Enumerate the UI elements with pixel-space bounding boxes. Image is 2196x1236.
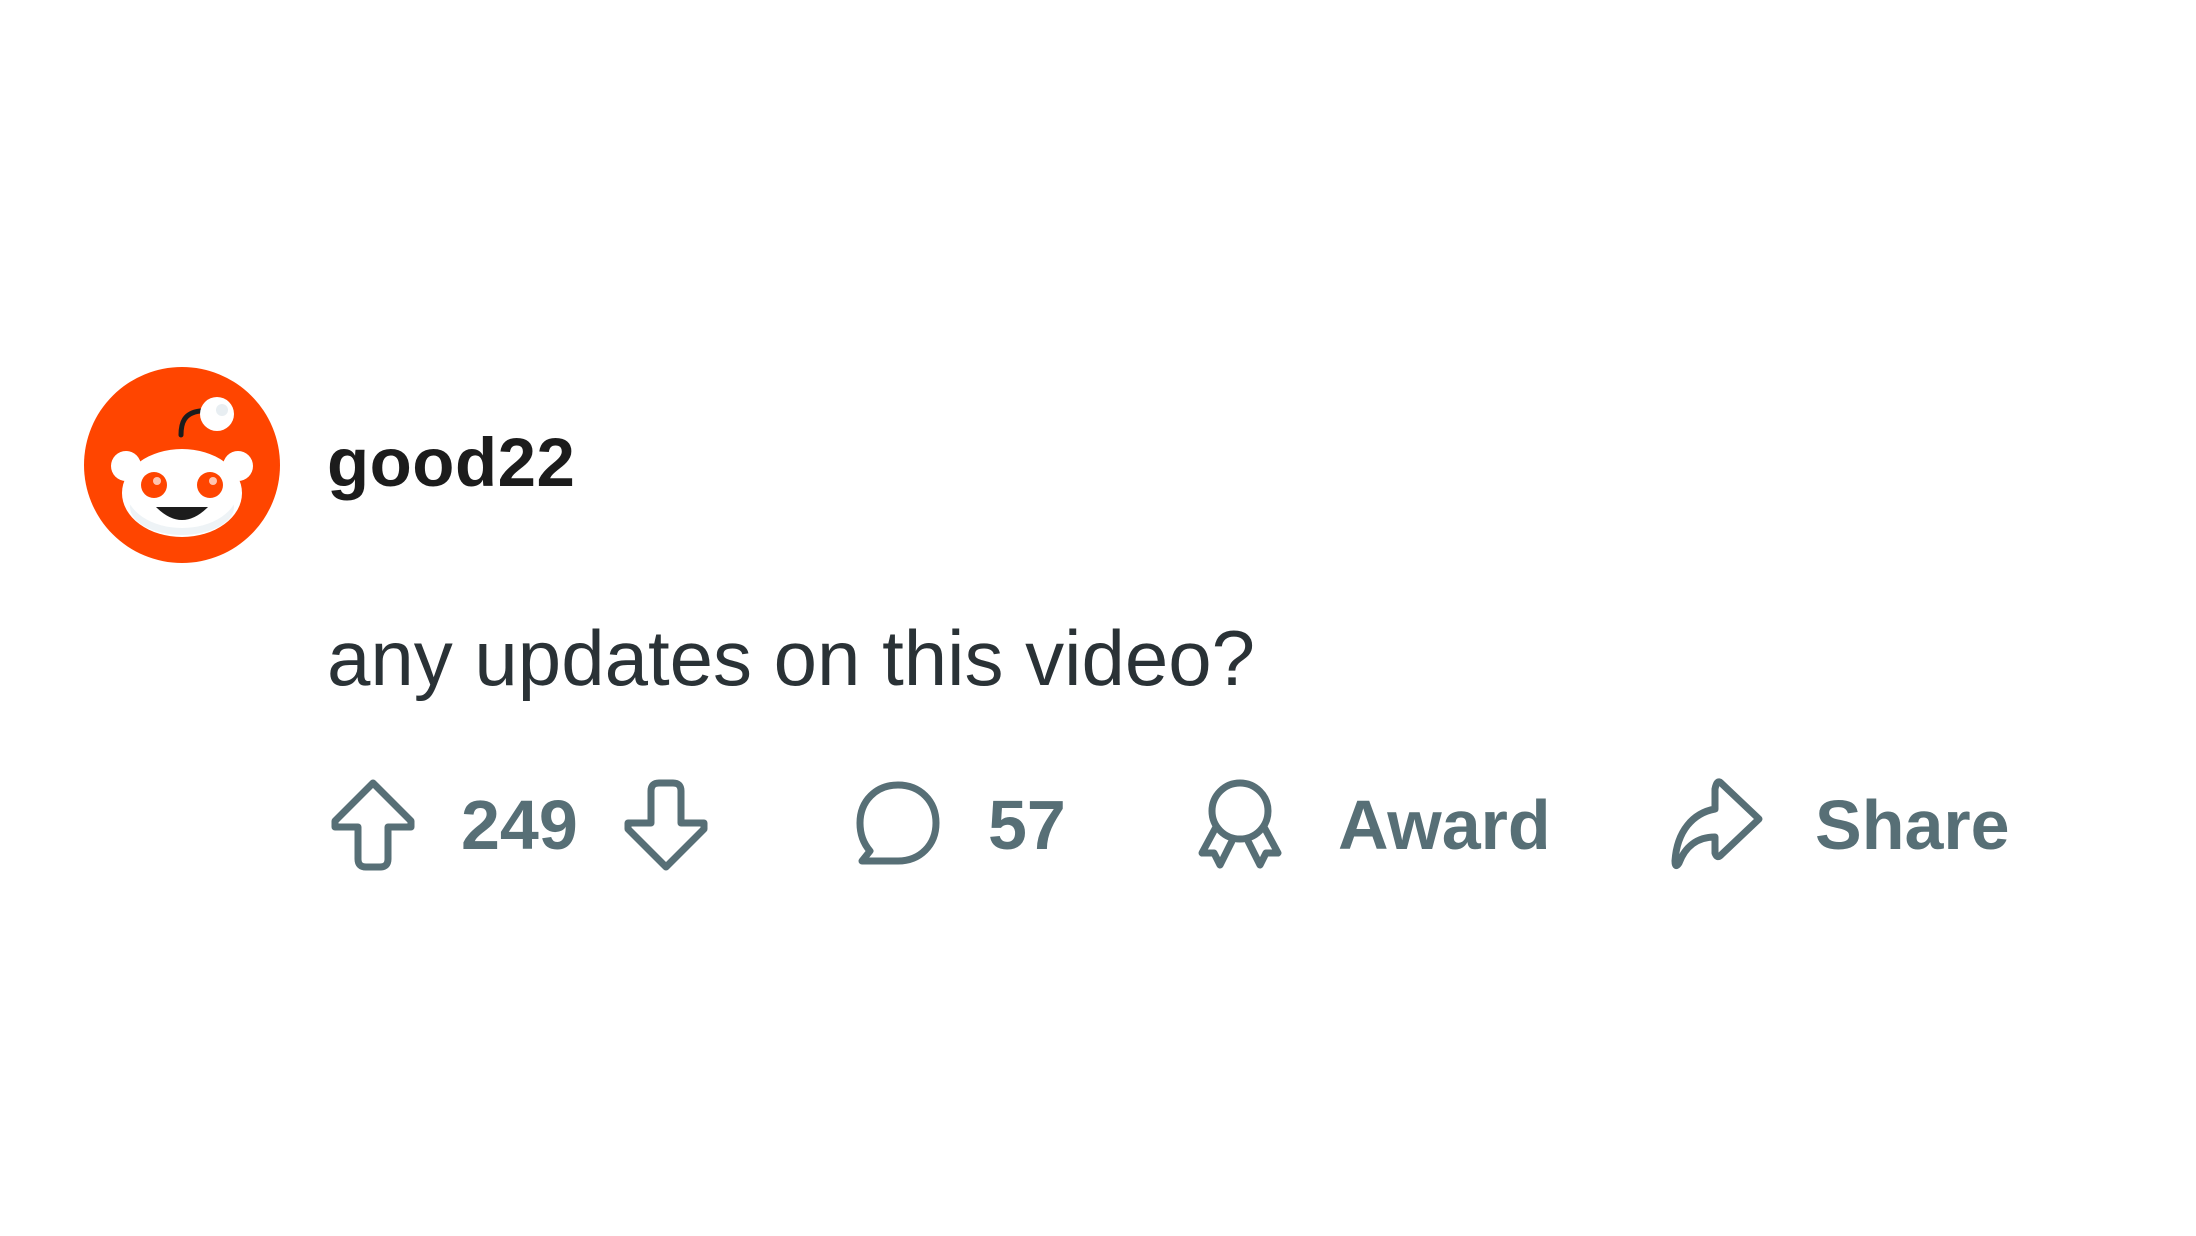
downvote-button[interactable] [620,775,712,875]
speech-bubble-icon [856,781,940,865]
comments-count: 57 [988,786,1066,864]
share-button[interactable]: Share [1667,775,2010,875]
upvote-button[interactable] [327,775,419,875]
comments-button[interactable]: 57 [852,775,1066,875]
award-button[interactable]: Award [1194,775,1551,875]
user-avatar[interactable] [84,367,280,563]
share-label: Share [1815,786,2010,864]
share-arrow-icon [1671,778,1763,870]
comment: good22 any updates on this video? 249 57 [0,0,2196,1236]
vote-controls: 249 [327,775,712,875]
reddit-snoo-avatar-icon [84,367,280,563]
comment-body: any updates on this video? [327,614,1256,702]
comment-action-bar: 249 57 Award Share [327,775,2027,875]
downvote-arrow-icon [624,779,708,871]
award-label: Award [1338,786,1551,864]
upvote-arrow-icon [331,779,415,871]
vote-score: 249 [461,786,578,864]
award-ribbon-icon [1198,779,1282,869]
comment-author[interactable]: good22 [327,423,575,503]
